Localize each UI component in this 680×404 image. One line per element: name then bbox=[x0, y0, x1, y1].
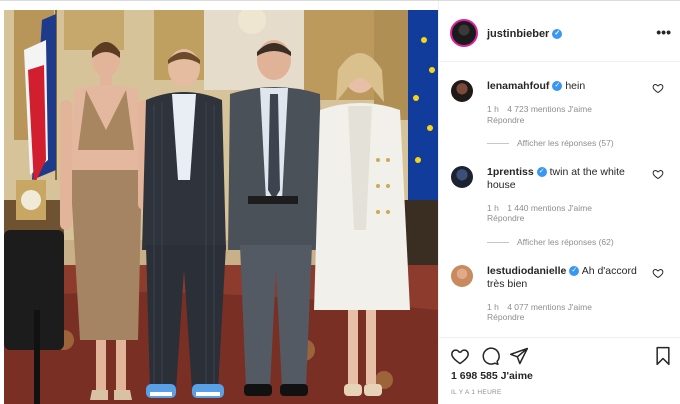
post-sidebar: justinbieber ✓ ••• lenamahfouf ✓ hein 1 h … bbox=[438, 1, 680, 404]
post-header: justinbieber ✓ ••• bbox=[439, 17, 680, 57]
more-options-icon[interactable]: ••• bbox=[656, 24, 671, 40]
thread-dash bbox=[487, 242, 509, 244]
verified-badge-icon: ✓ bbox=[569, 266, 580, 277]
view-replies-label: Afficher les réponses (57) bbox=[517, 138, 614, 148]
verified-badge-icon: ✓ bbox=[536, 167, 547, 178]
comment-age: 1 h bbox=[487, 104, 499, 114]
view-replies-label: Afficher les réponses (62) bbox=[517, 237, 614, 247]
thread-dash bbox=[487, 143, 509, 145]
comment-meta: 1 h 4 723 mentions J'aime bbox=[487, 104, 598, 115]
post-photo[interactable] bbox=[4, 10, 438, 404]
comment-age: 1 h bbox=[487, 302, 499, 312]
comment-text: lenamahfouf ✓ hein bbox=[487, 80, 652, 93]
bookmark-icon[interactable] bbox=[653, 346, 673, 366]
actions-divider bbox=[439, 337, 680, 338]
comment-like-icon[interactable] bbox=[652, 82, 664, 94]
author-avatar[interactable] bbox=[450, 19, 478, 47]
reply-button[interactable]: Répondre bbox=[487, 312, 524, 322]
comment-text: lestudiodanielle ✓ Ah d'accord très bien bbox=[487, 265, 652, 291]
comment-age: 1 h bbox=[487, 203, 499, 213]
comment-username[interactable]: lestudiodanielle bbox=[487, 265, 566, 277]
view-replies-button[interactable]: Afficher les réponses (57) bbox=[487, 138, 614, 148]
post-timestamp: IL Y A 1 HEURE bbox=[451, 389, 502, 396]
comment-bubble-icon[interactable] bbox=[480, 346, 500, 366]
author-username[interactable]: justinbieber ✓ bbox=[487, 28, 563, 40]
post-image bbox=[4, 10, 438, 404]
comment-likes[interactable]: 4 077 mentions J'aime bbox=[507, 302, 592, 312]
heart-outline-icon[interactable] bbox=[450, 346, 470, 366]
comment-text: 1prentiss ✓ twin at the white house bbox=[487, 166, 652, 192]
comment-like-icon[interactable] bbox=[652, 168, 664, 180]
comment-likes[interactable]: 1 440 mentions J'aime bbox=[507, 203, 592, 213]
comment-username[interactable]: lenamahfouf bbox=[487, 80, 549, 92]
verified-badge-icon: ✓ bbox=[552, 29, 563, 40]
reply-button[interactable]: Répondre bbox=[487, 213, 524, 223]
paper-plane-icon[interactable] bbox=[509, 346, 529, 366]
header-divider bbox=[439, 61, 680, 62]
comment-like-icon[interactable] bbox=[652, 267, 664, 279]
comment-likes[interactable]: 4 723 mentions J'aime bbox=[507, 104, 592, 114]
commenter-avatar[interactable] bbox=[451, 166, 473, 188]
verified-badge-icon: ✓ bbox=[552, 81, 563, 92]
view-replies-button[interactable]: Afficher les réponses (62) bbox=[487, 237, 614, 247]
instagram-post: justinbieber ✓ ••• lenamahfouf ✓ hein 1 h … bbox=[0, 0, 680, 404]
commenter-avatar[interactable] bbox=[451, 265, 473, 287]
commenter-avatar[interactable] bbox=[451, 80, 473, 102]
likes-count[interactable]: 1 698 585 J'aime bbox=[451, 370, 533, 382]
comment-username[interactable]: 1prentiss bbox=[487, 166, 534, 178]
comment-body: hein bbox=[565, 80, 586, 92]
reply-button[interactable]: Répondre bbox=[487, 115, 524, 125]
